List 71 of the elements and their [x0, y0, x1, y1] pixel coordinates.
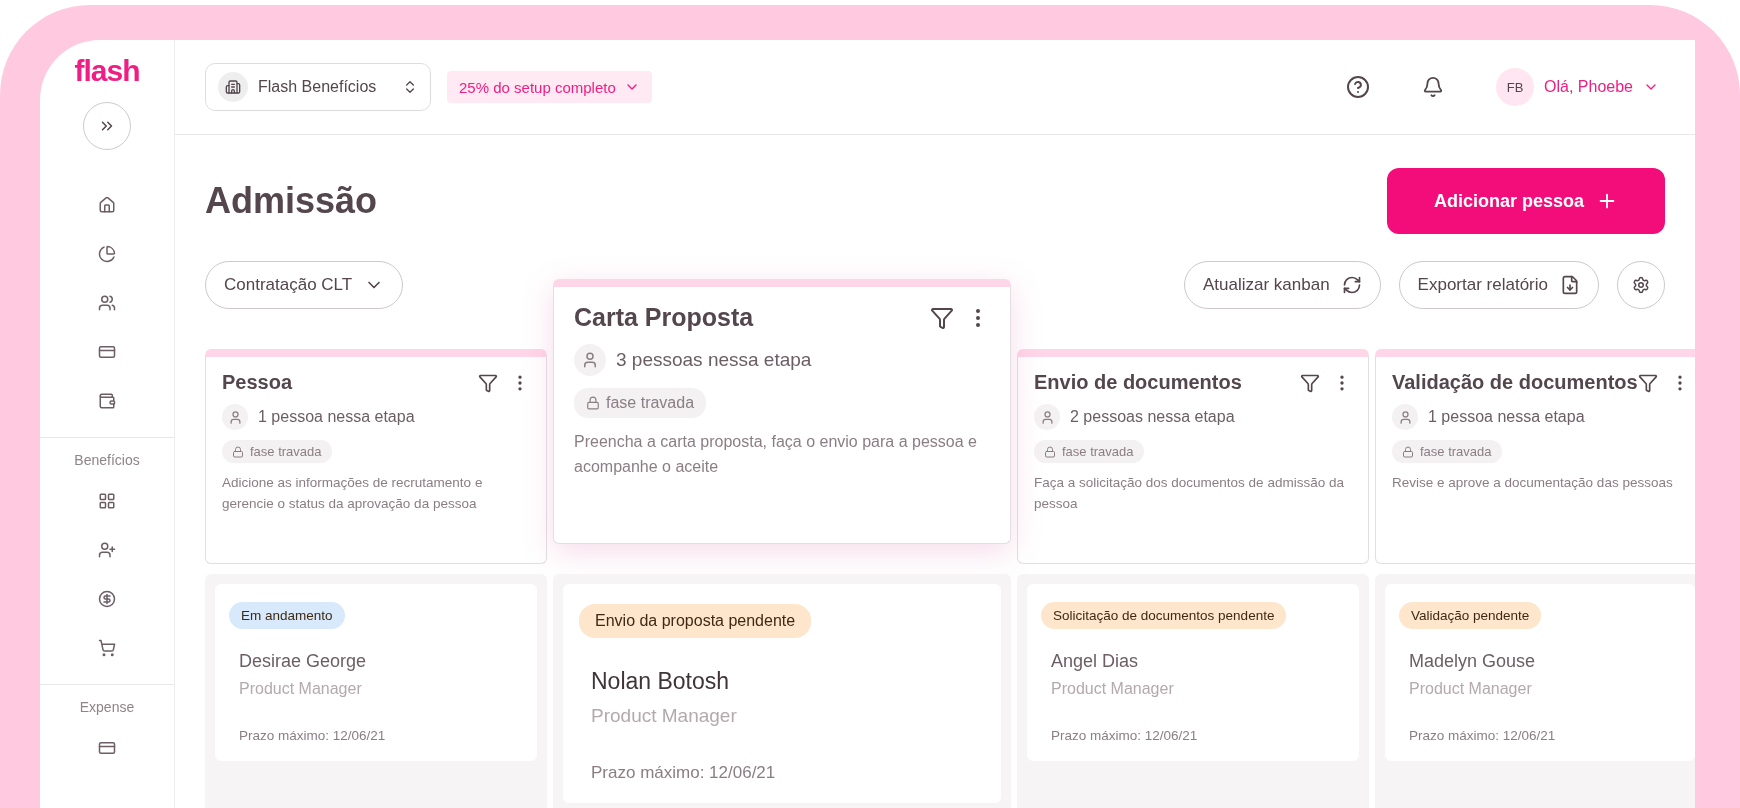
- lock-icon: [586, 396, 600, 410]
- add-person-button[interactable]: Adicionar pessoa: [1387, 168, 1665, 234]
- candidate-name: Madelyn Gouse: [1409, 651, 1537, 672]
- avatar: FB: [1496, 68, 1535, 106]
- sidebar-section-label: Benefícios: [74, 452, 140, 468]
- lock-icon: [1044, 445, 1056, 458]
- hiring-type-dropdown[interactable]: Contratação CLT: [205, 261, 404, 309]
- settings-button[interactable]: [1617, 261, 1665, 309]
- person-icon: [1034, 404, 1060, 430]
- column-title: Validação de documentos: [1392, 371, 1638, 394]
- deadline: Prazo máximo: 12/06/21: [1409, 728, 1557, 743]
- status-tag: Validação pendente: [1399, 602, 1542, 629]
- candidate-card[interactable]: Solicitação de documentos pendente Angel Dias Product Manager Prazo máximo: 12/06/21: [1027, 584, 1359, 761]
- candidate-role: Product Manager: [1409, 680, 1533, 698]
- deadline: Prazo máximo: 12/06/21: [239, 728, 387, 743]
- file-download-icon: [1560, 275, 1580, 295]
- column-description: Preencha a carta proposta, faça o envio para a pessoa e acompanhe o aceite: [574, 432, 978, 477]
- user-menu[interactable]: FB Olá, Phoebe: [1490, 67, 1665, 107]
- candidate-card[interactable]: Envio da proposta pendente Nolan Botosh Product Manager Prazo máximo: 12/06/21: [563, 584, 1001, 803]
- export-report-button[interactable]: Exportar relatório: [1398, 261, 1599, 309]
- candidate-name: Angel Dias: [1051, 651, 1140, 672]
- building-icon: [218, 72, 248, 102]
- lock-icon: [1402, 445, 1414, 458]
- dragged-column-header[interactable]: Carta Proposta 3 pessoas nessa etapa fase travada Preencha a carta proposta, faça o envio para a pessoa e acompanhe o aceite: [553, 279, 1011, 544]
- deadline: Prazo máximo: 12/06/21: [1051, 728, 1199, 743]
- candidate-card[interactable]: Em andamento Desirae George Product Manager Prazo máximo: 12/06/21: [215, 584, 537, 761]
- candidate-card[interactable]: Validação pendente Madelyn Gouse Product Manager Prazo máximo: 12/06/21: [1385, 584, 1695, 761]
- status-tag: Em andamento: [229, 602, 345, 629]
- candidate-role: Product Manager: [1051, 680, 1175, 698]
- stage-count: 2 pessoas nessa etapa: [1070, 408, 1235, 426]
- person-icon: [574, 344, 606, 376]
- column-title: Pessoa: [222, 371, 293, 394]
- locked-stage-tag: fase travada: [1392, 440, 1502, 463]
- column-header[interactable]: Pessoa 1 pessoa nessa etapa fase travada Adicione as informações de recrutamento e gerencie o status da aprovação da pessoa: [205, 349, 547, 564]
- help-icon: [1346, 75, 1371, 99]
- status-tag: Solicitação de documentos pendente: [1041, 602, 1287, 629]
- sidebar-section-label: Expense: [79, 699, 135, 715]
- page-title: Admissão: [205, 180, 378, 222]
- stage-count: 1 pessoa nessa etapa: [258, 408, 415, 426]
- column-header[interactable]: Validação de documentos 1 pessoa nessa etapa fase travada Revise e aprove a documentação das pessoas: [1375, 349, 1695, 564]
- bell-icon: [1422, 76, 1445, 98]
- locked-stage-tag: fase travada: [1034, 440, 1144, 463]
- column-description: Faça a solicitação dos documentos de admissão da pessoa: [1034, 474, 1345, 513]
- column-description: Revise e aprove a documentação das pessoas: [1392, 474, 1674, 492]
- filter-icon[interactable]: [1637, 372, 1658, 393]
- filter-icon[interactable]: [478, 372, 498, 393]
- candidate-name: Desirae George: [239, 651, 368, 672]
- status-tag: Envio da proposta pendente: [579, 604, 812, 638]
- stage-count: 3 pessoas nessa etapa: [616, 349, 812, 371]
- lock-icon: [232, 445, 244, 458]
- column-title: Envio de documentos: [1034, 371, 1242, 394]
- settings-icon: [1632, 276, 1650, 294]
- person-icon: [222, 404, 248, 430]
- candidate-role: Product Manager: [239, 680, 363, 698]
- candidate-name: Nolan Botosh: [591, 668, 731, 695]
- refresh-kanban-button[interactable]: Atualizar kanban: [1183, 261, 1381, 309]
- company-selector[interactable]: Flash Benefícios: [205, 63, 431, 111]
- candidate-role: Product Manager: [591, 705, 738, 727]
- deadline: Prazo máximo: 12/06/21: [591, 763, 777, 783]
- column-description: Adicione as informações de recrutamento e gerencie o status da aprovação da pessoa: [222, 474, 484, 513]
- column-header[interactable]: Envio de documentos 2 pessoas nessa etapa fase travada Faça a solicitação dos documentos de admissão da pessoa: [1017, 349, 1369, 564]
- stage-count: 1 pessoa nessa etapa: [1428, 408, 1585, 426]
- locked-stage-tag: fase travada: [574, 388, 707, 418]
- refresh-icon: [1341, 275, 1362, 295]
- locked-stage-tag: fase travada: [222, 440, 332, 463]
- filter-icon[interactable]: [1300, 372, 1320, 393]
- column-title: Carta Proposta: [574, 303, 754, 332]
- logo: flash: [74, 54, 140, 88]
- person-icon: [1392, 404, 1418, 430]
- filter-icon[interactable]: [930, 305, 954, 330]
- setup-progress-button[interactable]: 25% do setup completo: [447, 71, 652, 103]
